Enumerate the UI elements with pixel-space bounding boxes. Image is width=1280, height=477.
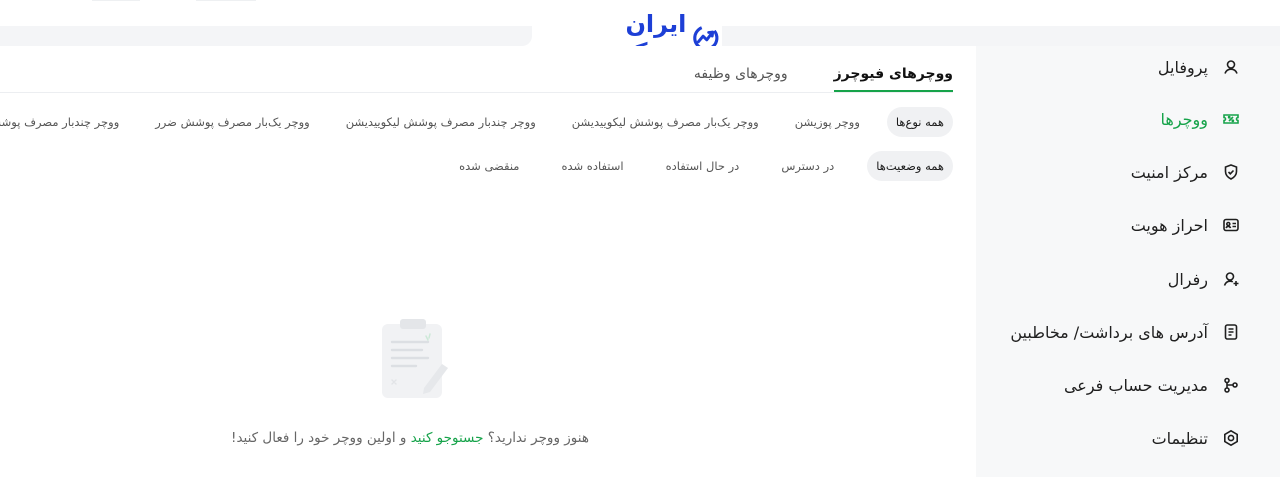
sidebar-item-label: مدیریت حساب فرعی [1063, 375, 1208, 395]
sidebar-item-label: پروفایل [1157, 57, 1208, 77]
sidebar-item-settings[interactable]: تنظیمات [1152, 424, 1240, 452]
header-strip [0, 26, 532, 46]
sidebar-item-label: مرکز امنیت [1130, 162, 1208, 182]
shield-icon [1222, 163, 1240, 181]
tab-futures-vouchers[interactable]: ووچرهای فیوچرز [833, 62, 954, 92]
filter-single-use-liquidation-voucher[interactable]: ووچر یک‌بار مصرف پوشش لیکوییدیشن [563, 107, 768, 137]
empty-state-text: و اولین ووچر خود را فعال کنید! [231, 430, 411, 446]
sub-account-icon [1222, 376, 1240, 394]
sidebar-item-vouchers[interactable]: ووچرها [1161, 105, 1240, 133]
tab-task-vouchers[interactable]: ووچرهای وظیفه [694, 62, 788, 92]
clipboard-empty-icon [378, 318, 450, 400]
sidebar-item-security[interactable]: مرکز امنیت [1131, 158, 1240, 186]
sidebar-item-label: احراز هویت [1130, 215, 1208, 235]
top-divider [92, 0, 140, 1]
sidebar-item-label: تنظیمات [1151, 428, 1208, 448]
filter-used[interactable]: استفاده شده [552, 151, 632, 181]
filter-expired[interactable]: منقضی شده [450, 151, 528, 181]
sidebar-item-sub-account[interactable]: مدیریت حساب فرعی [1064, 371, 1240, 399]
sidebar-item-label: آدرس های برداشت/ مخاطبین [1010, 322, 1208, 342]
empty-state-text: هنوز ووچر ندارید؟ [483, 430, 589, 446]
filter-all-types[interactable]: همه نوع‌ها [886, 107, 953, 137]
user-plus-icon [1222, 270, 1240, 288]
type-filter-bar: همه نوع‌ها ووچر پوزیشن ووچر یک‌بار مصرف … [0, 107, 953, 137]
empty-state-message: هنوز ووچر ندارید؟ جستوجو کنید و اولین وو… [210, 430, 610, 446]
search-link[interactable]: جستوجو کنید [411, 430, 484, 446]
id-card-icon [1222, 216, 1240, 234]
address-book-icon [1222, 323, 1240, 341]
filter-single-use-loss-voucher[interactable]: ووچر یک‌بار مصرف پوشش ضرر [146, 107, 318, 137]
sidebar: پروفایل ووچرها مرکز امنیت احراز هویت رفر… [976, 46, 1280, 477]
top-divider [196, 0, 256, 1]
filter-all-statuses[interactable]: همه وضعیت‌ها [867, 151, 953, 181]
sidebar-item-referral[interactable]: رفرال [1168, 265, 1240, 293]
user-icon [1222, 58, 1240, 76]
sidebar-item-profile[interactable]: پروفایل [1158, 53, 1240, 81]
sidebar-item-kyc[interactable]: احراز هویت [1131, 211, 1240, 239]
tabs-divider [0, 92, 953, 93]
main-panel: ووچرهای فیوچرز ووچرهای وظیفه همه نوع‌ها … [0, 46, 975, 477]
voucher-tabs: ووچرهای فیوچرز ووچرهای وظیفه [694, 62, 954, 92]
filter-position-voucher[interactable]: ووچر پوزیشن [786, 107, 869, 137]
settings-icon [1222, 429, 1240, 447]
sidebar-item-addresses[interactable]: آدرس های برداشت/ مخاطبین [1010, 318, 1240, 346]
status-filter-bar: همه وضعیت‌ها در دسترس در حال استفاده است… [450, 151, 953, 181]
sidebar-item-label: رفرال [1167, 269, 1208, 289]
header-strip [722, 26, 1280, 46]
sidebar-item-label: ووچرها [1160, 109, 1208, 129]
filter-in-use[interactable]: در حال استفاده [657, 151, 749, 181]
filter-multi-use-liquidation-voucher[interactable]: ووچر چندبار مصرف پوشش لیکوییدیشن [337, 107, 545, 137]
filter-available[interactable]: در دسترس [772, 151, 843, 181]
filter-multi-use-loss-voucher[interactable]: ووچر چندبار مصرف پوشش ضرر [0, 107, 128, 137]
ticket-icon [1222, 110, 1240, 128]
